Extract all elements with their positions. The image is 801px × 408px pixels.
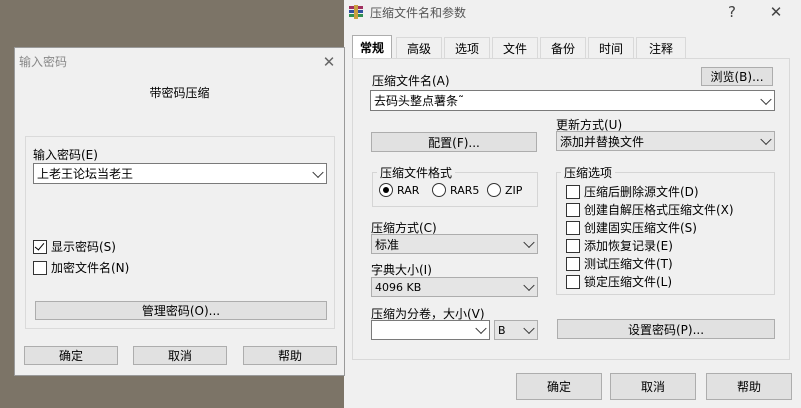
browse-button[interactable]: 浏览(B)... bbox=[701, 67, 773, 86]
format-group-label: 压缩文件格式 bbox=[377, 164, 456, 181]
dict-size-label: 字典大小(I) bbox=[371, 263, 432, 277]
option-test[interactable]: 测试压缩文件(T) bbox=[566, 255, 673, 272]
tab-time[interactable]: 时间 bbox=[588, 37, 634, 59]
tab-comment[interactable]: 注释 bbox=[636, 37, 686, 59]
help-button[interactable]: 帮助 bbox=[243, 346, 337, 365]
split-unit-select[interactable]: B bbox=[494, 320, 538, 340]
archive-dialog: 压缩文件名和参数 ? ✕ 常规 高级 选项 文件 备份 时间 注释 压缩文件名(… bbox=[344, 0, 801, 408]
tab-files[interactable]: 文件 bbox=[492, 37, 538, 59]
close-icon[interactable]: ✕ bbox=[321, 54, 337, 70]
encrypt-filenames-checkbox[interactable]: 加密文件名(N) bbox=[33, 259, 129, 276]
radio-zip[interactable]: ZIP bbox=[487, 183, 522, 197]
chevron-down-icon bbox=[523, 279, 535, 292]
help-title-button[interactable]: ? bbox=[724, 4, 740, 20]
chevron-down-icon bbox=[523, 236, 535, 249]
profiles-button[interactable]: 配置(F)... bbox=[371, 132, 537, 152]
radio-icon bbox=[487, 183, 501, 197]
archive-name-label: 压缩文件名(A) bbox=[372, 74, 450, 88]
show-password-checkbox[interactable]: 显示密码(S) bbox=[33, 238, 116, 255]
checkbox-icon bbox=[566, 274, 580, 289]
winrar-icon bbox=[348, 5, 364, 19]
password-dialog-title: 输入密码 bbox=[19, 55, 68, 69]
chevron-down-icon bbox=[760, 93, 772, 105]
dict-size-select[interactable]: 4096 KB bbox=[371, 277, 538, 297]
option-recovery[interactable]: 添加恢复记录(E) bbox=[566, 237, 673, 254]
tab-backup[interactable]: 备份 bbox=[540, 37, 586, 59]
chevron-down-icon bbox=[760, 133, 772, 146]
option-solid[interactable]: 创建固实压缩文件(S) bbox=[566, 219, 697, 236]
chevron-down-icon bbox=[312, 166, 324, 178]
password-input[interactable]: 上老王论坛当老王 bbox=[33, 163, 327, 184]
cancel-button[interactable]: 取消 bbox=[133, 346, 227, 365]
option-lock[interactable]: 锁定压缩文件(L) bbox=[566, 273, 672, 290]
options-group-label: 压缩选项 bbox=[561, 164, 616, 181]
set-password-button[interactable]: 设置密码(P)... bbox=[557, 319, 775, 339]
chevron-down-icon bbox=[523, 322, 535, 335]
archive-name-combo[interactable]: 去码头整点薯条˜ bbox=[370, 90, 775, 111]
checkbox-icon bbox=[566, 220, 580, 235]
password-dialog-header: 带密码压缩 bbox=[149, 86, 210, 100]
tab-general[interactable]: 常规 bbox=[352, 35, 392, 59]
tab-advanced[interactable]: 高级 bbox=[396, 37, 442, 59]
dialog-title: 压缩文件名和参数 bbox=[370, 6, 467, 20]
chevron-down-icon bbox=[475, 322, 487, 335]
checkbox-icon bbox=[33, 239, 47, 254]
tab-options[interactable]: 选项 bbox=[444, 37, 490, 59]
radio-rar[interactable]: RAR bbox=[379, 183, 419, 197]
method-select[interactable]: 标准 bbox=[371, 234, 538, 254]
ok-button[interactable]: 确定 bbox=[516, 373, 602, 400]
help-button[interactable]: 帮助 bbox=[706, 373, 792, 400]
checkbox-icon bbox=[566, 256, 580, 271]
ok-button[interactable]: 确定 bbox=[24, 346, 118, 365]
cancel-button[interactable]: 取消 bbox=[610, 373, 696, 400]
option-delete-after[interactable]: 压缩后删除源文件(D) bbox=[566, 183, 699, 200]
option-sfx[interactable]: 创建自解压格式压缩文件(X) bbox=[566, 201, 734, 218]
radio-icon bbox=[379, 183, 393, 197]
split-size-combo[interactable] bbox=[371, 320, 490, 340]
manage-passwords-button[interactable]: 管理密码(O)... bbox=[35, 301, 327, 320]
checkbox-icon bbox=[566, 238, 580, 253]
radio-rar5[interactable]: RAR5 bbox=[432, 183, 479, 197]
checkbox-icon bbox=[33, 260, 47, 275]
password-dialog: 输入密码 ✕ 带密码压缩 输入密码(E) 上老王论坛当老王 显示密码(S) 加密… bbox=[14, 47, 345, 376]
close-icon[interactable]: ✕ bbox=[768, 4, 784, 20]
password-label: 输入密码(E) bbox=[33, 148, 98, 162]
checkbox-icon bbox=[566, 184, 580, 199]
radio-icon bbox=[432, 183, 446, 197]
update-mode-select[interactable]: 添加并替换文件 bbox=[556, 131, 775, 151]
checkbox-icon bbox=[566, 202, 580, 217]
